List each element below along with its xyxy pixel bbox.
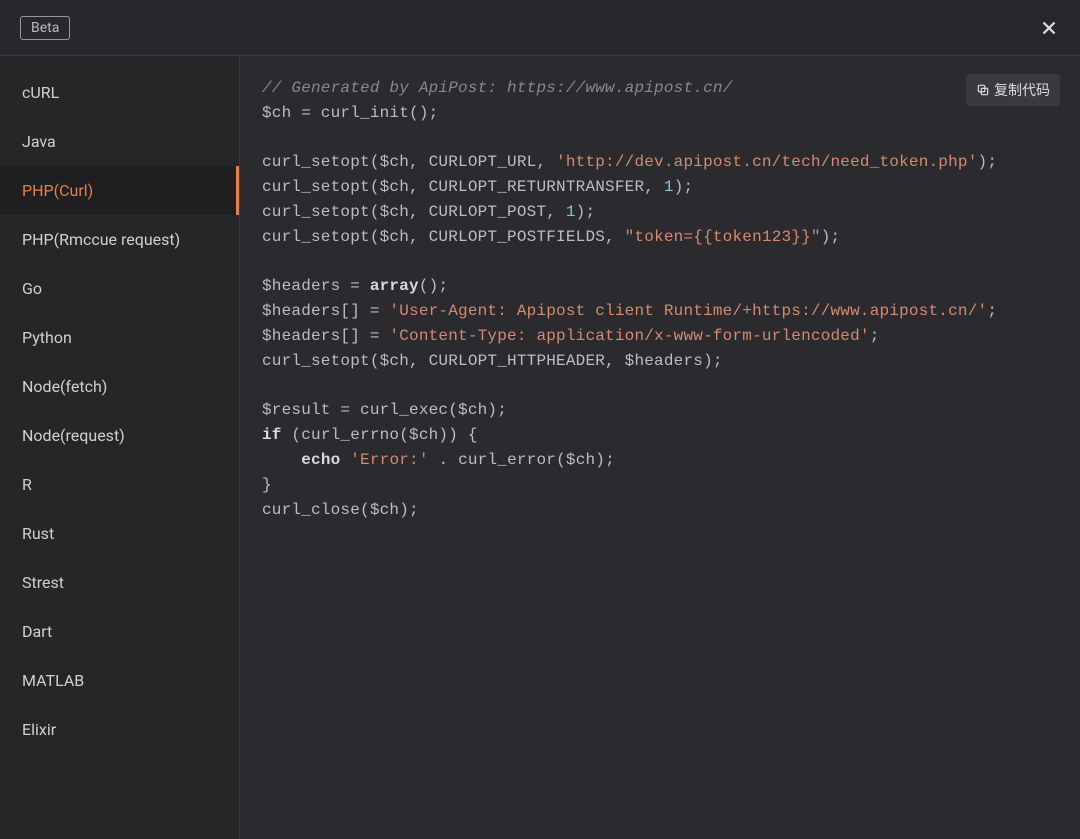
close-icon [1038, 17, 1060, 39]
code-keyword: echo [301, 451, 340, 469]
close-button[interactable] [1038, 17, 1060, 39]
code-text: ; [987, 302, 997, 320]
sidebar-item-java[interactable]: Java [0, 117, 239, 166]
code-string: "token={{token123}}" [625, 228, 821, 246]
code-text: ); [576, 203, 596, 221]
code-text: (); [419, 277, 448, 295]
code-indent [262, 451, 301, 469]
code-number: 1 [664, 178, 674, 196]
code-panel: 复制代码 // Generated by ApiPost: https://ww… [240, 56, 1080, 839]
sidebar-item-elixir[interactable]: Elixir [0, 705, 239, 754]
code-text: ); [674, 178, 694, 196]
code-string: 'User-Agent: Apipost client Runtime/+htt… [389, 302, 987, 320]
code-text: ); [978, 153, 998, 171]
sidebar-item-php-curl-[interactable]: PHP(Curl) [0, 166, 239, 215]
main: cURLJavaPHP(Curl)PHP(Rmccue request)GoPy… [0, 55, 1080, 839]
code-line: $headers[] = [262, 302, 389, 320]
code-line: curl_setopt($ch, CURLOPT_URL, [262, 153, 556, 171]
code-line: curl_setopt($ch, CURLOPT_POST, [262, 203, 566, 221]
sidebar-item-curl[interactable]: cURL [0, 68, 239, 117]
code-block[interactable]: // Generated by ApiPost: https://www.api… [262, 76, 1058, 522]
code-string: 'http://dev.apipost.cn/tech/need_token.p… [556, 153, 977, 171]
code-string: 'Content-Type: application/x-www-form-ur… [389, 327, 869, 345]
code-text: ); [821, 228, 841, 246]
code-line: curl_setopt($ch, CURLOPT_POSTFIELDS, [262, 228, 625, 246]
code-string: 'Error:' [350, 451, 428, 469]
sidebar-item-matlab[interactable]: MATLAB [0, 656, 239, 705]
code-line: $result = curl_exec($ch); [262, 401, 507, 419]
code-text [340, 451, 350, 469]
code-text: (curl_errno($ch)) { [282, 426, 478, 444]
code-number: 1 [566, 203, 576, 221]
code-line: curl_setopt($ch, CURLOPT_RETURNTRANSFER, [262, 178, 664, 196]
sidebar-item-php-rmccue-request-[interactable]: PHP(Rmccue request) [0, 215, 239, 264]
sidebar-item-strest[interactable]: Strest [0, 558, 239, 607]
sidebar-item-r[interactable]: R [0, 460, 239, 509]
header: Beta [0, 0, 1080, 55]
sidebar-item-go[interactable]: Go [0, 264, 239, 313]
sidebar-item-python[interactable]: Python [0, 313, 239, 362]
copy-code-label: 复制代码 [994, 80, 1050, 100]
sidebar-item-rust[interactable]: Rust [0, 509, 239, 558]
code-line: } [262, 476, 272, 494]
copy-icon [976, 83, 990, 97]
code-keyword: array [370, 277, 419, 295]
sidebar-item-node-fetch-[interactable]: Node(fetch) [0, 362, 239, 411]
sidebar-item-dart[interactable]: Dart [0, 607, 239, 656]
code-text: . curl_error($ch); [429, 451, 615, 469]
copy-code-button[interactable]: 复制代码 [966, 74, 1060, 106]
code-line: $headers = [262, 277, 370, 295]
beta-badge: Beta [20, 16, 70, 40]
code-line: curl_setopt($ch, CURLOPT_HTTPHEADER, $he… [262, 352, 723, 370]
sidebar-item-node-request-[interactable]: Node(request) [0, 411, 239, 460]
code-line: $ch = curl_init(); [262, 104, 438, 122]
code-comment: // Generated by ApiPost: https://www.api… [262, 79, 732, 97]
language-sidebar: cURLJavaPHP(Curl)PHP(Rmccue request)GoPy… [0, 56, 240, 839]
code-line: curl_close($ch); [262, 501, 419, 519]
code-keyword: if [262, 426, 282, 444]
code-text: ; [870, 327, 880, 345]
code-line: $headers[] = [262, 327, 389, 345]
